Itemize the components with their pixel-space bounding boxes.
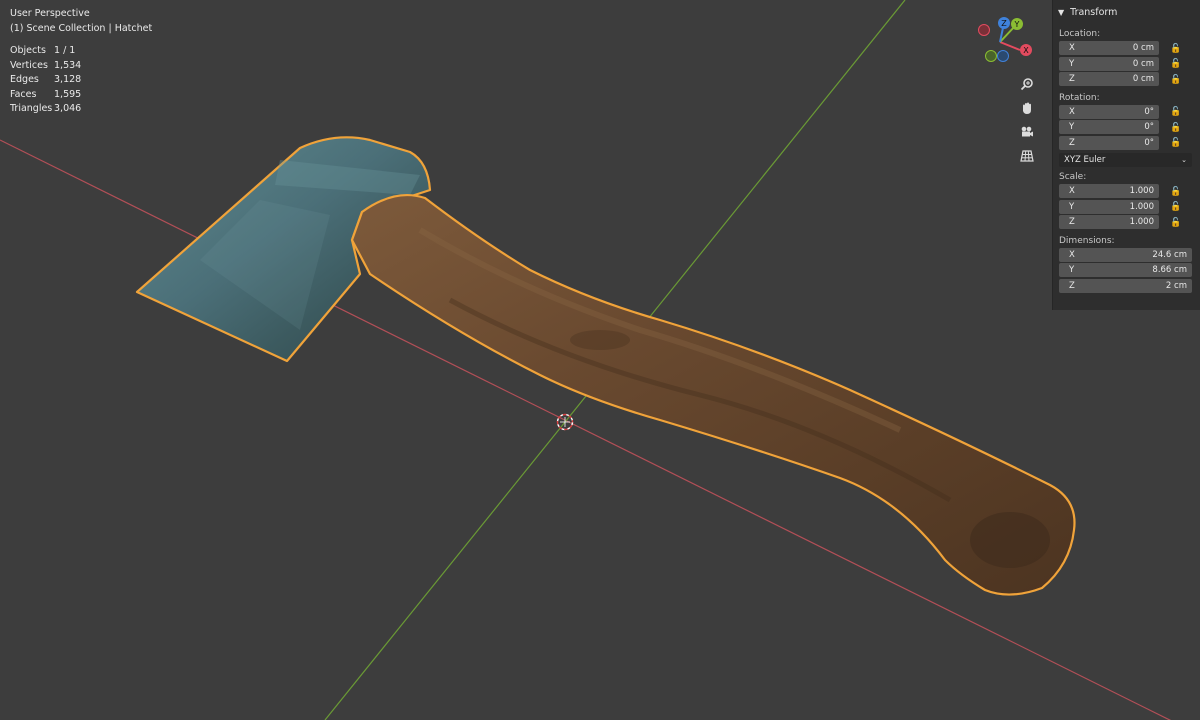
scale-y-row: Y 1.000 🔓 <box>1059 199 1200 216</box>
chevron-down-icon: ⌄ <box>1181 156 1187 164</box>
lock-icon[interactable]: 🔓 <box>1169 123 1183 133</box>
scale-z-field[interactable]: Z 1.000 <box>1059 215 1159 230</box>
dimensions-y-field[interactable]: Y 8.66 cm <box>1059 263 1192 278</box>
transform-panel-header[interactable]: ▼ Transform <box>1053 0 1200 24</box>
hand-pan-icon <box>1023 102 1031 114</box>
scale-x-row: X 1.000 🔓 <box>1059 184 1200 200</box>
stat-objects: Objects 1 / 1 <box>10 45 76 56</box>
view-name: User Perspective <box>10 8 90 19</box>
scene-statistics: Objects 1 / 1 Vertices 1,534 Edges 3,128 Fa… <box>10 44 152 117</box>
gizmo-z-label: Z <box>1001 19 1007 28</box>
pan-button[interactable] <box>1016 97 1038 119</box>
scale-x-field[interactable]: X 1.000 <box>1059 184 1159 199</box>
stat-edges: Edges 3,128 <box>10 74 82 85</box>
lock-icon[interactable]: 🔓 <box>1169 44 1183 54</box>
navigation-gizmo[interactable]: Z Y X <box>972 10 1040 68</box>
dimensions-x-row: X 24.6 cm <box>1059 247 1200 264</box>
scale-label: Scale: <box>1059 172 1087 182</box>
dimensions-y-row: Y 8.66 cm <box>1059 263 1200 279</box>
gizmo-x-label: X <box>1023 46 1029 55</box>
rotation-label: Rotation: <box>1059 92 1100 103</box>
dimensions-z-row: Z2 cm <box>1059 278 1200 295</box>
location-z-field[interactable]: Z0 cm <box>1059 72 1159 87</box>
lock-icon[interactable]: 🔓 <box>1169 107 1183 117</box>
stat-faces: Faces 1,595 <box>10 88 82 100</box>
hatchet-handle[interactable] <box>350 194 1076 596</box>
lock-icon[interactable]: 🔓 <box>1169 187 1183 197</box>
grid-icon <box>1020 150 1034 162</box>
rotation-x-field[interactable]: X 0° <box>1059 104 1159 119</box>
rotation-z-field[interactable]: Z 0° <box>1059 135 1159 150</box>
camera-icon <box>1021 126 1033 137</box>
scale-y-field[interactable]: Y 1.000 <box>1059 199 1159 214</box>
x-axis-line <box>0 139 1172 720</box>
rotation-y-row: Y 0° 🔓 <box>1059 120 1200 136</box>
gizmo-neg-x[interactable] <box>978 24 990 36</box>
location-y-field[interactable]: Y0 cm <box>1059 56 1159 71</box>
collection-path: (1) Scene Collection | Hatchet <box>10 22 153 34</box>
zoom-button[interactable] <box>1016 73 1038 95</box>
gizmo-y-label: Y <box>1014 20 1020 29</box>
rotation-x-row: X 0° 🔓 <box>1059 104 1200 121</box>
rotation-y-field[interactable]: Y 0° <box>1059 120 1159 135</box>
location-y-row: Y0 cm 🔓 <box>1059 56 1200 73</box>
lock-icon[interactable]: 🔓 <box>1169 138 1183 148</box>
chevron-down-icon: ▼ <box>1058 7 1065 17</box>
scale-z-row: Z 1.000 🔓 <box>1059 215 1200 231</box>
location-x-row: X0 cm 🔓 <box>1059 41 1200 57</box>
location-z-row: Z0 cm 🔓 <box>1059 72 1200 88</box>
dimensions-z-field[interactable]: Z2 cm <box>1059 278 1192 293</box>
gizmo-neg-z[interactable] <box>997 50 1009 62</box>
rotation-z-row: Z 0° 🔓 <box>1059 135 1200 152</box>
camera-view-button[interactable] <box>1016 121 1038 143</box>
location-x-field[interactable]: X0 cm <box>1059 41 1159 56</box>
lock-icon[interactable]: 🔓 <box>1169 59 1183 69</box>
stat-triangles: Triangles 3,046 <box>10 103 82 114</box>
transform-panel: ▼ Transform Location: X0 cm 🔓 Y0 cm 🔓 Z0… <box>1052 0 1200 310</box>
lock-icon[interactable]: 🔓 <box>1169 218 1183 228</box>
lock-icon[interactable]: 🔓 <box>1169 202 1183 212</box>
dimensions-label: Dimensions: <box>1059 235 1115 246</box>
3d-cursor[interactable] <box>556 413 574 431</box>
stat-vertices: Vertices 1,534 <box>10 59 82 71</box>
zoom-icon <box>1020 78 1033 91</box>
gizmo-neg-y[interactable] <box>985 50 997 62</box>
panel-title: Transform <box>1070 6 1118 18</box>
dimensions-x-field[interactable]: X 24.6 cm <box>1059 247 1192 262</box>
location-label: Location: <box>1059 29 1101 39</box>
perspective-toggle-button[interactable] <box>1016 145 1038 167</box>
rotation-mode-dropdown[interactable]: XYZ Euler ⌄ <box>1059 153 1192 167</box>
viewport-info-overlay: User Perspective (1) Scene Collection | … <box>10 7 152 117</box>
lock-icon[interactable]: 🔓 <box>1169 75 1183 85</box>
